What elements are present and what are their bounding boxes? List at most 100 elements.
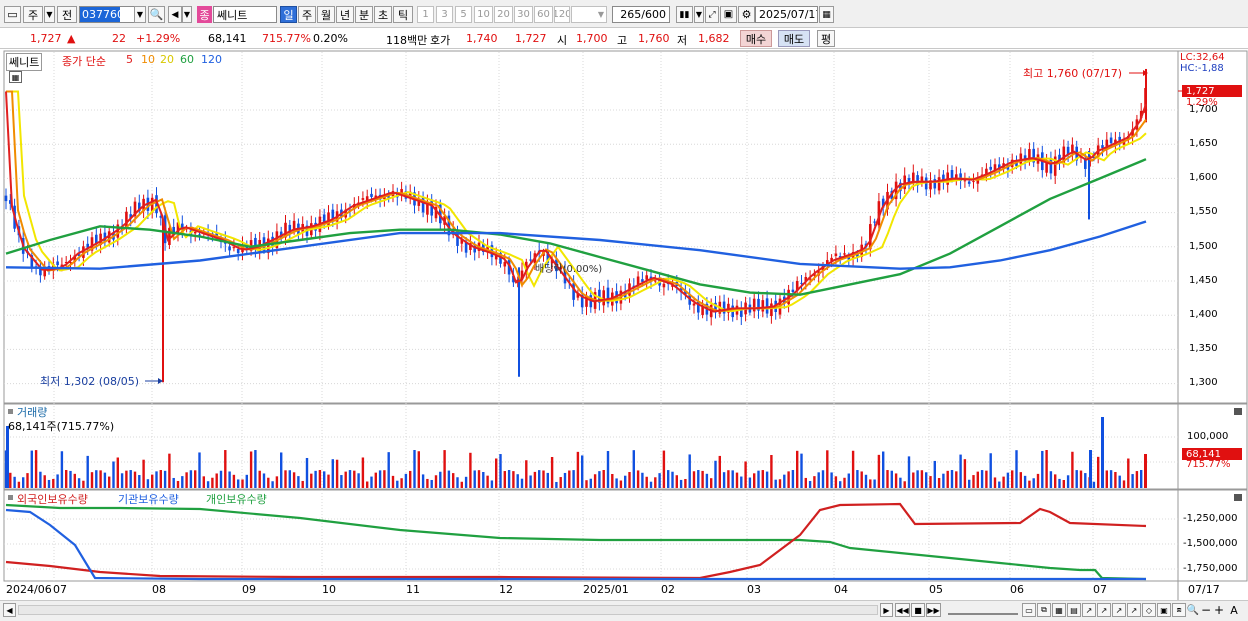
volume-bar <box>1036 473 1040 488</box>
volume-bar <box>366 481 369 488</box>
volume-bar <box>1105 470 1108 488</box>
stock-label-text: 쎄니트 <box>9 56 40 69</box>
volume-bar <box>288 470 291 488</box>
volume-bar <box>129 470 132 488</box>
rewind-icon[interactable]: ◀◀ <box>895 603 910 617</box>
volume-bar <box>318 470 322 488</box>
volume-bar <box>120 473 124 488</box>
image-icon[interactable]: ▣ <box>1157 603 1171 617</box>
volume-bar <box>791 470 795 488</box>
zoom-in-icon[interactable]: + <box>1213 603 1225 617</box>
text-icon[interactable]: ⧈ <box>1172 603 1186 617</box>
volume-bar <box>482 472 485 488</box>
volume-bar <box>753 473 756 488</box>
volume-bar <box>99 470 102 488</box>
layout-icon[interactable]: ▭ <box>1022 603 1036 617</box>
fib-icon[interactable]: ↗ <box>1127 603 1141 617</box>
volume-bar <box>125 470 128 488</box>
zoom-slider[interactable] <box>948 605 1018 615</box>
volume-bar <box>572 470 575 488</box>
price-candle <box>843 253 846 255</box>
panel-icon[interactable]: ▤ <box>1067 603 1081 617</box>
zoom-icon[interactable]: 🔍 <box>1187 603 1199 617</box>
x-tick: 05 <box>929 583 943 596</box>
volume-bar <box>847 473 850 488</box>
price-candle <box>654 280 657 282</box>
volume-bar <box>1079 470 1083 488</box>
trend-icon[interactable]: ↗ <box>1097 603 1111 617</box>
draw-line-icon[interactable]: ↗ <box>1082 603 1096 617</box>
volume-bar <box>215 473 218 488</box>
volume-bar <box>1019 472 1022 488</box>
volume-bar <box>69 470 72 488</box>
volume-bar <box>353 470 356 488</box>
volume-bar <box>237 479 240 488</box>
volume-bar <box>327 474 330 488</box>
volume-bar <box>1122 480 1126 488</box>
holding-panel-frame <box>3 489 1248 582</box>
price-candle <box>236 248 240 254</box>
volume-bar <box>1066 475 1070 488</box>
current-price-tag: 1,727 <box>1182 85 1242 97</box>
volume-bar <box>615 478 618 488</box>
x-tick: 06 <box>1010 583 1024 596</box>
volume-bar <box>396 480 399 488</box>
scroll-left-icon[interactable]: ◀ <box>3 603 16 617</box>
shape-icon[interactable]: ◇ <box>1142 603 1156 617</box>
volume-bar <box>1127 458 1130 488</box>
volume-bar <box>292 472 296 488</box>
x-tick: 09 <box>242 583 256 596</box>
copy-icon[interactable]: ⧉ <box>1037 603 1051 617</box>
volume-bar <box>176 480 180 488</box>
volume-bar <box>151 474 154 488</box>
volume-bar <box>335 459 339 488</box>
zoom-out-icon[interactable]: − <box>1200 603 1212 617</box>
volume-bar <box>864 474 868 488</box>
scroll-right-icon[interactable]: ▶ <box>880 603 893 617</box>
volume-bar <box>869 479 872 488</box>
scrollbar-track[interactable] <box>18 605 878 615</box>
volume-bar <box>314 470 317 488</box>
volume-bar <box>374 472 377 488</box>
grid-icon[interactable]: ▦ <box>1052 603 1066 617</box>
volume-bar <box>624 475 627 488</box>
volume-bar <box>559 477 562 488</box>
stop-icon[interactable]: ■ <box>911 603 925 617</box>
volume-bar <box>942 473 945 488</box>
volume-bar <box>550 457 554 488</box>
volume-bar <box>593 474 597 488</box>
volume-bar <box>159 470 162 488</box>
volume-bar <box>1084 473 1087 488</box>
volume-bar <box>920 470 924 488</box>
font-size-icon[interactable]: A <box>1227 603 1241 617</box>
volume-bar <box>267 477 270 488</box>
volume-bar <box>13 476 16 488</box>
volume-bar <box>95 470 98 488</box>
volume-bar <box>254 450 257 488</box>
fast-forward-icon[interactable]: ▶▶ <box>926 603 941 617</box>
volume-bar <box>989 453 992 488</box>
y-tick: 1,600 <box>1189 172 1218 183</box>
volume-bar <box>138 475 141 488</box>
price-candle <box>912 172 915 183</box>
price-candle <box>1049 157 1053 174</box>
volume-bar <box>495 458 498 488</box>
volume-bar <box>43 475 46 488</box>
volume-bar <box>460 481 463 488</box>
volume-bar <box>727 470 730 488</box>
volume-bar <box>211 477 214 488</box>
volume-bar <box>447 470 451 488</box>
foreign-holding-line <box>5 502 1147 580</box>
volume-bar <box>426 478 429 488</box>
volume-bar <box>598 471 601 488</box>
volume-bar <box>800 453 803 488</box>
price-candle <box>662 283 666 288</box>
channel-icon[interactable]: ↗ <box>1112 603 1126 617</box>
volume-bar <box>843 477 846 488</box>
volume-bar <box>705 473 709 488</box>
stock-chart[interactable] <box>0 0 1248 621</box>
price-candle <box>95 234 98 244</box>
volume-bar <box>1015 450 1018 488</box>
volume-bar <box>1045 450 1048 488</box>
table-icon[interactable]: ▦ <box>9 71 22 83</box>
